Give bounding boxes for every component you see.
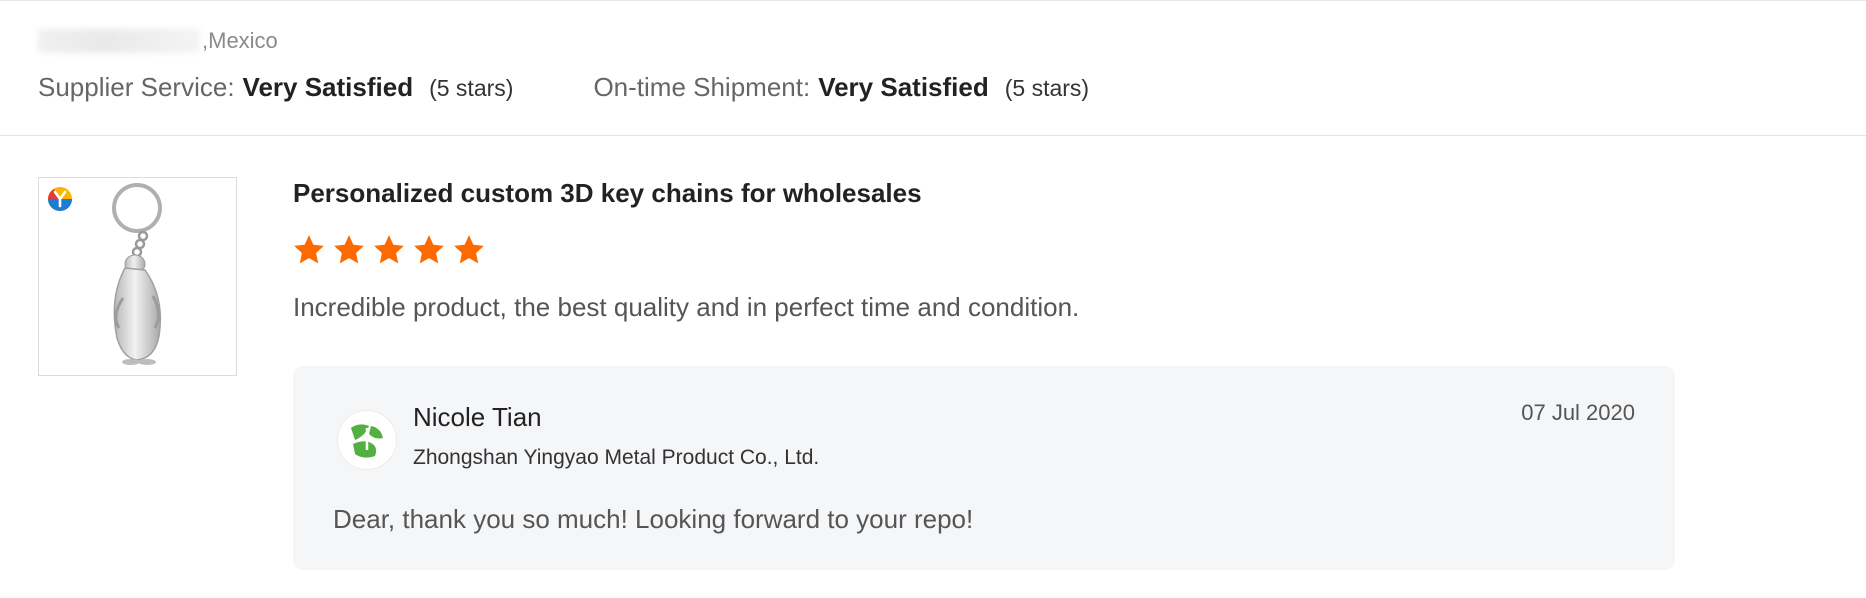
product-title[interactable]: Personalized custom 3D key chains for wh… [293,178,922,209]
supplier-avatar [337,410,397,470]
rating-stars-text: (5 stars) [1004,75,1090,101]
reply-author-name: Nicole Tian [413,402,542,432]
section-divider [0,135,1866,136]
star-icon [374,235,404,264]
top-divider [0,0,1866,1]
supplier-logo-icon [351,424,383,458]
review-text: Incredible product, the best quality and… [293,292,1080,322]
review-card: ,Mexico Supplier Service: Very Satisfied… [0,0,1866,598]
product-star-rating [292,233,492,267]
reviewer-name-redacted [38,29,200,53]
rating-label: On-time Shipment: [593,72,811,102]
brand-logo-icon [48,187,72,211]
reviewer-info: ,Mexico [38,28,278,54]
reply-company-name: Zhongshan Yingyao Metal Product Co., Ltd… [413,446,820,469]
rating-value: Very Satisfied [818,72,989,102]
reviewer-location: ,Mexico [202,28,278,53]
rating-value: Very Satisfied [242,72,414,102]
rating-on-time-shipment: On-time Shipment: Very Satisfied (5 star… [593,72,1089,103]
star-icon [454,235,484,264]
rating-label: Supplier Service: [38,72,235,102]
rating-stars-text: (5 stars) [429,75,514,101]
star-icon [294,235,324,264]
reply-date: 07 Jul 2020 [1521,400,1635,425]
product-thumbnail[interactable] [38,177,237,376]
star-icon [414,235,444,264]
supplier-reply: Nicole Tian Zhongshan Yingyao Metal Prod… [293,366,1675,570]
star-icon [334,235,364,264]
reply-text: Dear, thank you so much! Looking forward… [333,504,974,534]
supplier-ratings: Supplier Service: Very Satisfied (5 star… [38,72,1089,103]
rating-supplier-service: Supplier Service: Very Satisfied (5 star… [38,72,513,103]
